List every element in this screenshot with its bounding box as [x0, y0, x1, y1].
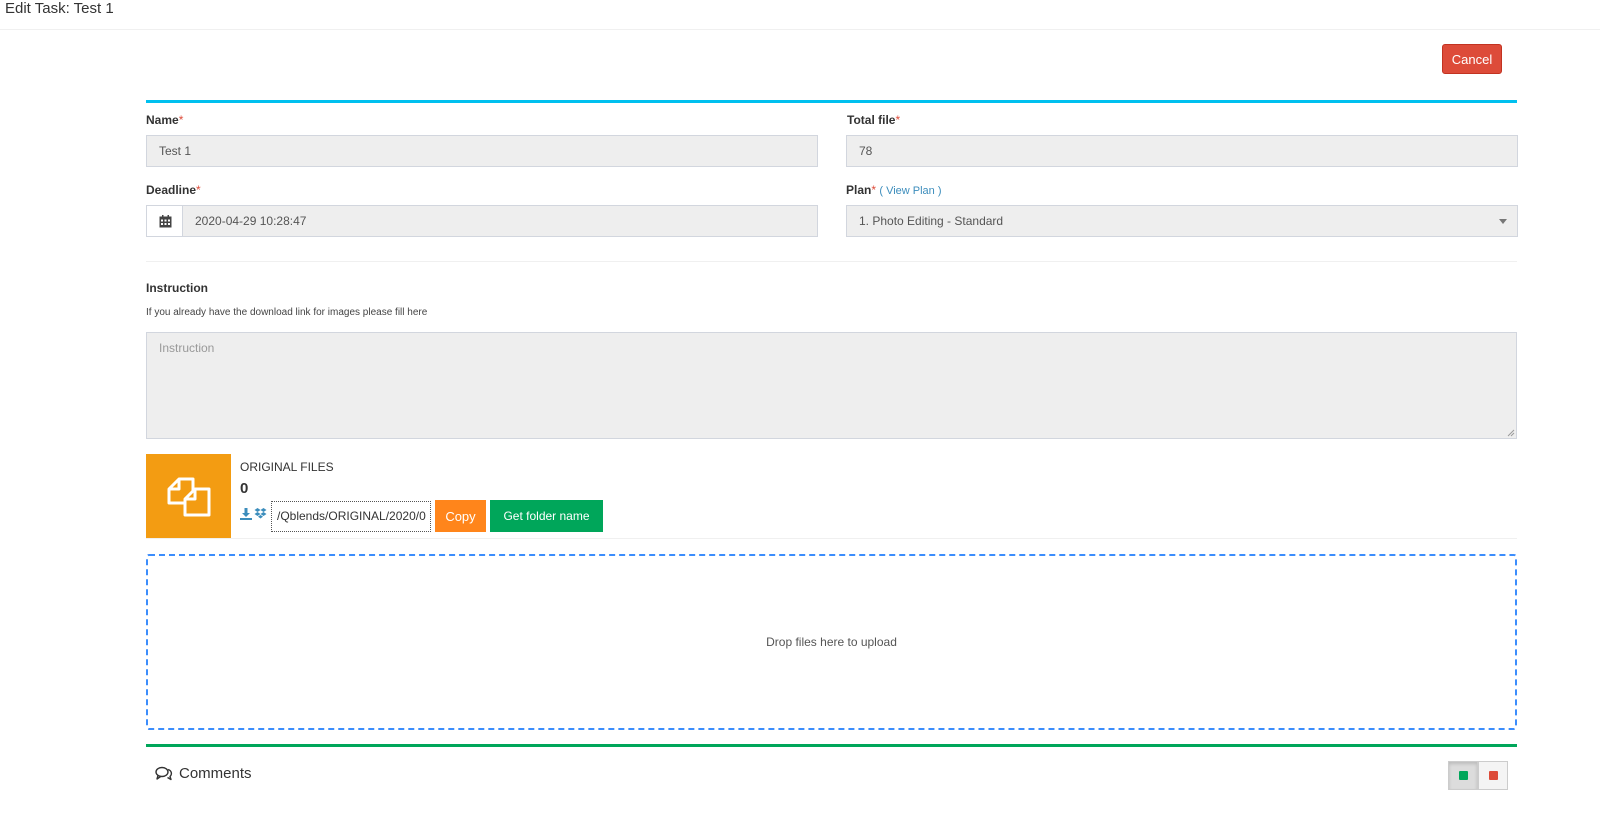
plan-select[interactable]: 1. Photo Editing - Standard [846, 205, 1518, 237]
name-label: Name* [146, 113, 183, 127]
green-square-icon [1458, 771, 1468, 780]
copy-button[interactable]: Copy [435, 500, 486, 532]
top-bar: Edit Task: Test 1 [0, 0, 1600, 30]
plan-label: Plan* ( View Plan ) [846, 183, 942, 197]
get-folder-name-button[interactable]: Get folder name [490, 500, 603, 532]
total-file-label: Total file* [847, 113, 900, 127]
name-label-text: Name [146, 113, 179, 127]
storage-icons [240, 508, 267, 520]
comments-title: Comments [179, 765, 252, 782]
divider [146, 261, 1517, 262]
files-icon [146, 454, 231, 538]
red-toggle-button[interactable] [1478, 761, 1508, 790]
instruction-placeholder: Instruction [159, 341, 215, 355]
calendar-icon[interactable] [146, 205, 183, 237]
required-mark: * [196, 183, 201, 197]
required-mark: * [178, 113, 184, 127]
deadline-label-text: Deadline [146, 183, 197, 197]
deadline-field[interactable]: 2020-04-29 10:28:47 [182, 205, 818, 237]
plan-selected-value: 1. Photo Editing - Standard [859, 214, 1004, 228]
comments-box [146, 744, 1517, 824]
folder-path-input[interactable]: /Qblends/ORIGINAL/2020/0 [271, 501, 431, 532]
view-plan-link[interactable]: ( View Plan ) [879, 185, 941, 197]
page-title: Edit Task: Test 1 [5, 0, 114, 17]
comments-header: Comments [155, 765, 252, 782]
resize-handle-icon[interactable] [1507, 429, 1515, 437]
chevron-down-icon [1499, 219, 1507, 224]
total-file-field[interactable]: 78 [846, 135, 1518, 167]
original-files-count: 0 [240, 480, 249, 497]
instruction-textarea[interactable]: Instruction [146, 332, 1517, 439]
download-icon[interactable] [240, 508, 252, 520]
file-dropzone[interactable]: Drop files here to upload [146, 554, 1517, 730]
instruction-label: Instruction [146, 281, 208, 295]
required-mark: * [895, 113, 901, 127]
comments-icon [155, 766, 173, 781]
dropzone-text: Drop files here to upload [766, 635, 897, 649]
red-square-icon [1488, 771, 1498, 780]
plan-label-text: Plan [846, 183, 872, 197]
original-files-title: ORIGINAL FILES [240, 460, 334, 474]
total-file-label-text: Total file [847, 113, 896, 127]
dropbox-icon[interactable] [254, 508, 267, 520]
green-toggle-button[interactable] [1448, 761, 1478, 790]
instruction-help: If you already have the download link fo… [146, 307, 428, 318]
name-field[interactable]: Test 1 [146, 135, 818, 167]
required-mark: * [871, 183, 877, 197]
comments-tools [1448, 761, 1508, 790]
deadline-label: Deadline* [146, 183, 201, 197]
cancel-button[interactable]: Cancel [1442, 44, 1502, 74]
